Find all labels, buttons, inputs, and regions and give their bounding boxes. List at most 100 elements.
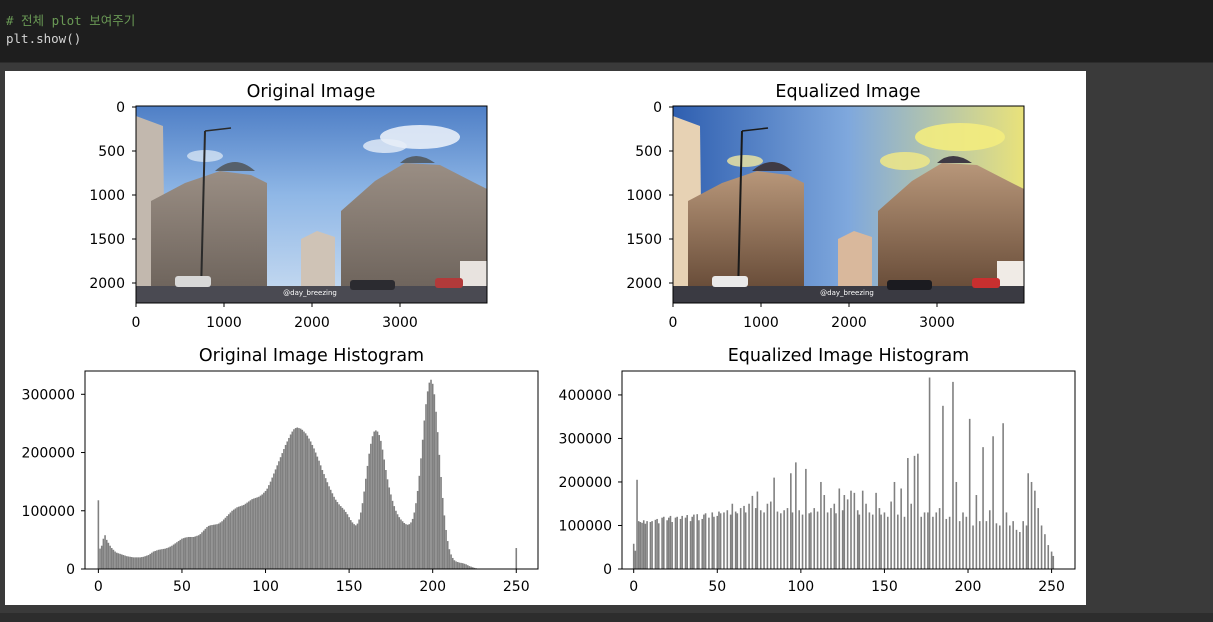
original-xtick: 2000 [294,315,330,331]
histogram-bar [463,563,466,569]
histogram-bar [395,510,397,569]
histogram-bar [988,510,991,569]
code-cell[interactable]: # 전체 plot 보여주기 plt.show() [0,0,1213,63]
x-tick-label: 100 [787,579,814,595]
equalized-ytick: 1000 [626,188,662,204]
histogram-bar [729,514,732,569]
histogram-bar [698,520,700,569]
histogram-bar [361,503,364,569]
histogram-bar [790,473,792,569]
histogram-bar [122,555,125,569]
histogram-bar [642,520,645,569]
equalized-ytick: 0 [653,100,662,116]
histogram-bar [363,491,365,569]
histogram-bar [938,508,941,569]
histogram-bar [229,512,232,569]
histogram-bar [691,516,693,569]
histogram-bar [146,555,148,569]
histogram-bar [328,486,330,569]
histogram-bar [711,512,714,569]
histogram-bar [104,535,106,569]
histogram-bar [313,448,315,569]
histogram-bar [403,522,406,569]
histogram-bar [294,428,297,569]
histogram-bar [878,508,881,569]
histogram-bar [191,536,193,569]
histogram-bar [152,551,155,569]
histogram-bar [217,523,220,569]
histogram-bar [436,432,439,569]
histogram-bar [386,479,389,569]
y-tick-label: 0 [603,562,612,578]
histogram-bar [446,541,449,569]
histogram-bar [769,501,772,569]
histogram-bar [383,459,386,569]
histogram-bar [435,411,437,569]
histogram-bar [306,435,309,569]
histogram-bar [117,553,120,569]
histogram-bar [756,491,759,569]
histogram-bar [1025,525,1028,569]
histogram-bar [900,488,902,569]
histogram-bar [816,511,819,569]
histogram-bar [324,478,327,569]
histogram-bar [719,513,722,569]
histogram-bar [786,508,789,569]
histogram-bar [296,427,299,569]
histogram-bar [346,514,349,569]
histogram-bar [391,500,394,569]
histogram-bar [366,465,369,569]
histogram-bar [329,489,332,569]
histogram-bar [460,562,462,569]
histogram-bar [204,528,207,569]
histogram-bar [269,481,272,569]
histogram-bar [759,510,762,569]
histogram-bar [276,465,279,569]
histogram-bar [179,539,182,569]
histogram-bar [776,511,779,569]
histogram-bar [244,503,247,569]
histogram-bar [157,549,160,569]
histogram-bar [132,557,135,569]
equalized-ytick: 2000 [626,276,662,292]
histogram-bar [883,512,886,569]
histogram-bar [451,557,454,569]
histogram-bar [177,541,180,569]
histogram-bar [141,557,143,569]
histogram-bar [261,494,263,569]
histogram-bar [189,536,192,569]
histogram-bar [186,537,188,569]
histogram-bar [159,549,162,569]
matplotlib-figure: Original Image @day_breezing 0 500 1000 … [5,71,1086,605]
histogram-bar [206,527,208,569]
histogram-bar [718,511,720,569]
histogram-bar [671,522,673,569]
histogram-bar [903,516,906,569]
histogram-bar [268,485,270,569]
equalized-ytick: 1500 [626,232,662,248]
histogram-bar [380,440,382,569]
equalized-xtick: 1000 [743,315,779,331]
original-ytick: 2000 [89,276,125,292]
histogram-bar [385,470,387,569]
y-tick-label: 200000 [22,446,75,462]
histogram-bar [823,495,826,569]
histogram-bar [99,548,101,569]
histogram-bar [139,557,141,569]
histogram-bar [932,516,934,569]
histogram-bar [110,548,113,569]
histogram-bar [649,522,652,569]
histogram-bar [360,512,362,569]
histogram-bar [985,521,988,569]
histogram-bar [264,490,267,569]
histogram-bar [663,516,665,569]
histogram-bar [162,548,165,569]
original-image-title: Original Image [247,82,376,102]
histogram-bar [239,506,242,569]
histogram-bar [127,556,130,569]
histogram-bar [684,517,687,569]
histogram-bar [375,430,377,569]
histogram-bar [636,479,638,569]
histogram-bar [368,453,370,569]
original-histogram-bars [97,379,518,569]
